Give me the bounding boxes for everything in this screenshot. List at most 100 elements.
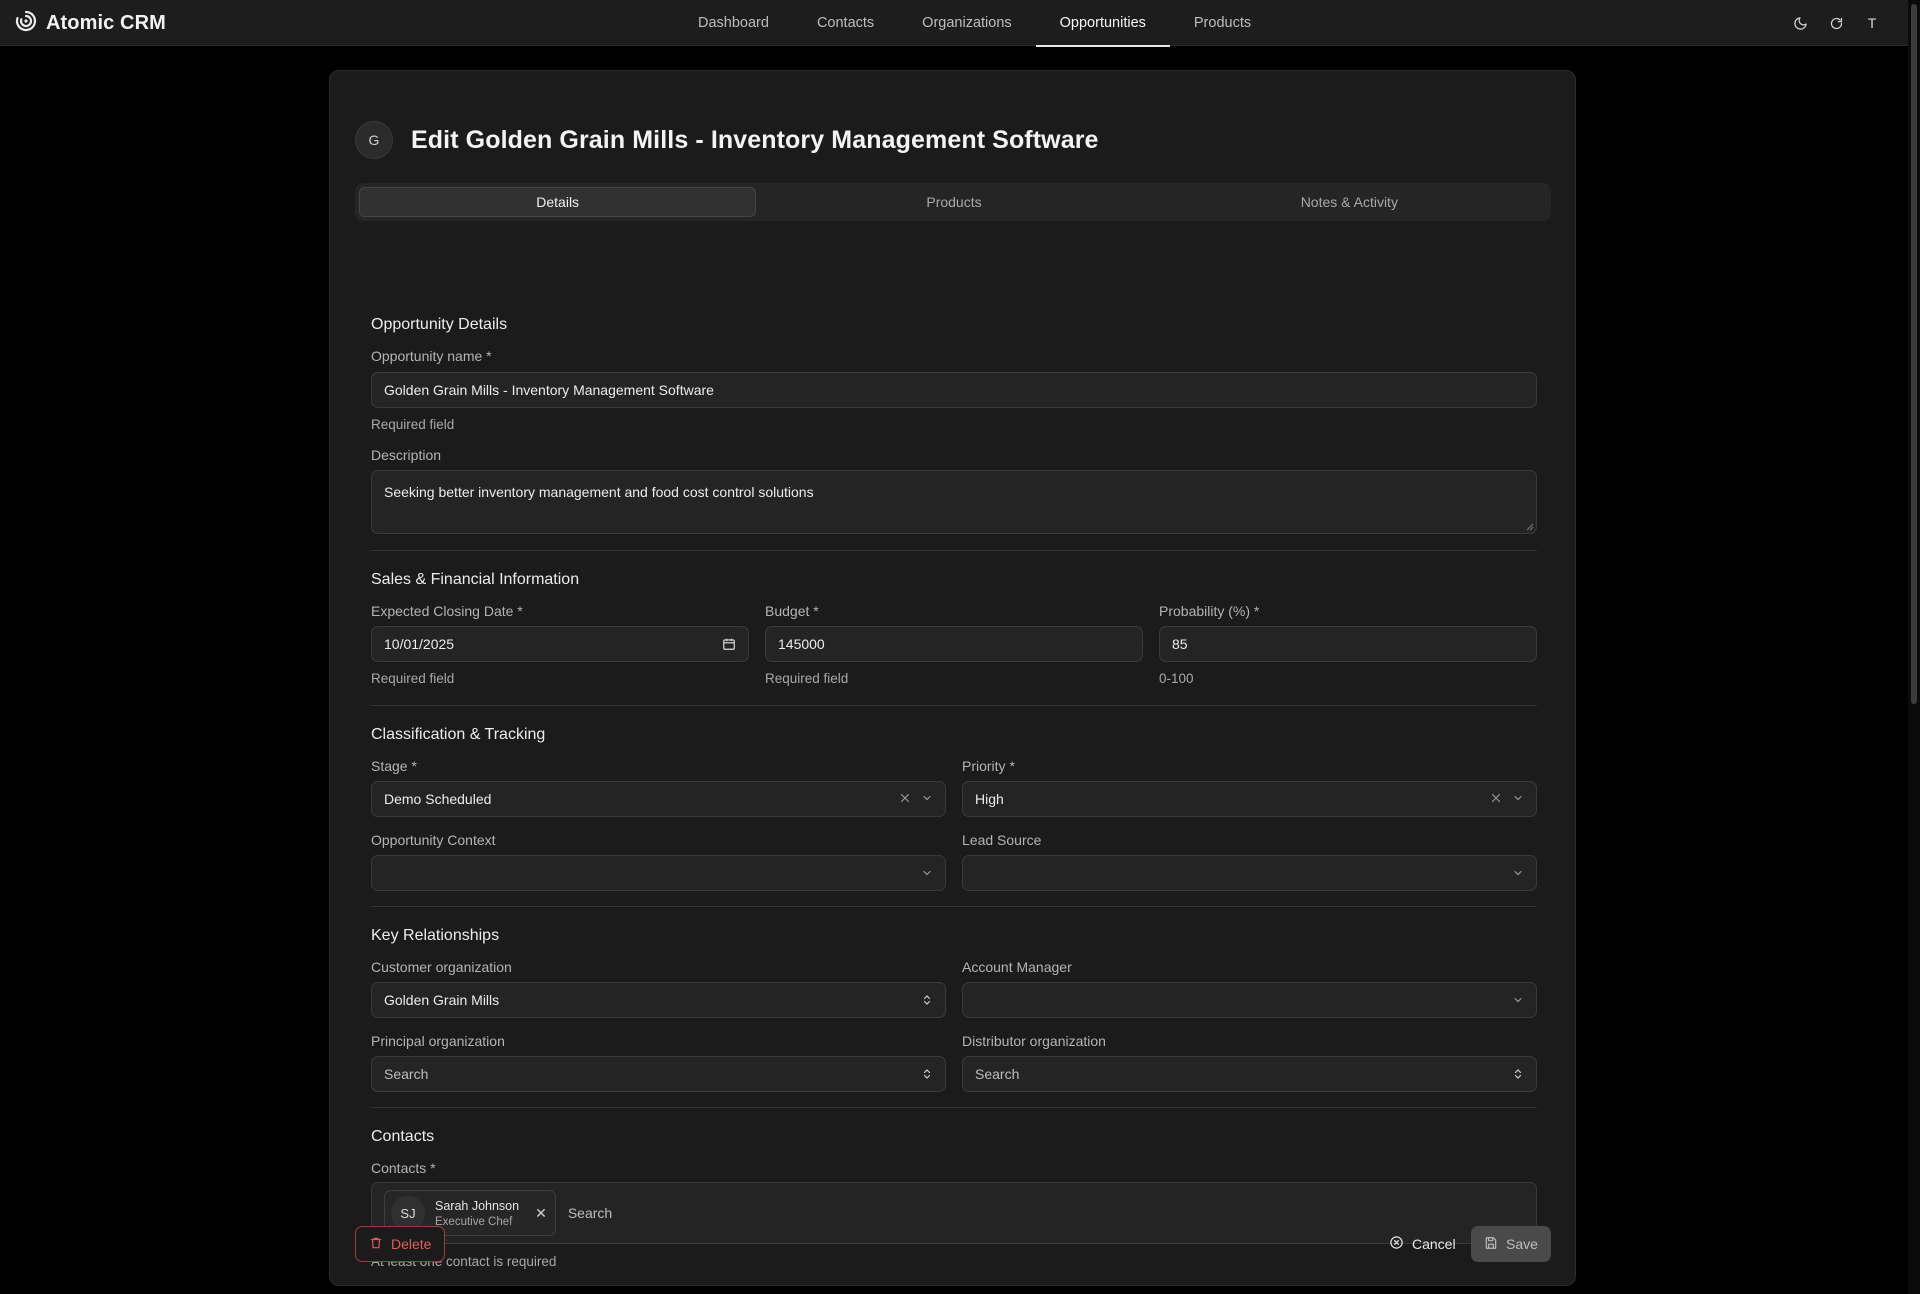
refresh-icon[interactable] xyxy=(1828,15,1844,31)
customer-organization-combobox[interactable]: Golden Grain Mills xyxy=(371,982,946,1018)
brand[interactable]: Atomic CRM xyxy=(14,9,166,37)
calendar-icon[interactable] xyxy=(722,637,736,651)
distributor-organization-label: Distributor organization xyxy=(962,1033,1106,1049)
account-manager-label: Account Manager xyxy=(962,959,1072,975)
distributor-organization-placeholder: Search xyxy=(975,1066,1020,1082)
closing-date-hint: Required field xyxy=(371,671,455,686)
probability-label: Probability (%) * xyxy=(1159,603,1260,619)
section-title-relationships: Key Relationships xyxy=(371,927,500,944)
budget-hint: Required field xyxy=(765,671,849,686)
save-label: Save xyxy=(1506,1236,1538,1252)
divider xyxy=(371,906,1537,907)
cancel-button[interactable]: Cancel xyxy=(1383,1226,1462,1262)
section-title-classification: Classification & Tracking xyxy=(371,726,546,743)
resize-handle-icon[interactable] xyxy=(1526,523,1534,531)
scrollbar-thumb[interactable] xyxy=(1911,4,1917,704)
divider xyxy=(371,550,1537,551)
budget-input[interactable]: 145000 xyxy=(765,626,1143,662)
budget-label: Budget * xyxy=(765,603,819,619)
page-header: G Edit Golden Grain Mills - Inventory Ma… xyxy=(355,121,1099,159)
divider xyxy=(371,705,1537,706)
save-floppy-icon xyxy=(1484,1236,1498,1253)
contact-name: Sarah Johnson xyxy=(435,1198,520,1213)
account-manager-select[interactable] xyxy=(962,982,1537,1018)
trash-icon xyxy=(369,1236,383,1253)
stage-label: Stage * xyxy=(371,758,417,774)
principal-organization-placeholder: Search xyxy=(384,1066,429,1082)
form-footer: Delete Cancel Save xyxy=(355,1226,1551,1262)
cancel-circle-x-icon xyxy=(1389,1235,1404,1253)
priority-label: Priority * xyxy=(962,758,1015,774)
stage-select[interactable]: Demo Scheduled xyxy=(371,781,946,817)
stage-value: Demo Scheduled xyxy=(384,791,492,807)
chevron-down-icon[interactable] xyxy=(1512,994,1524,1006)
edit-opportunity-card: G Edit Golden Grain Mills - Inventory Ma… xyxy=(329,70,1576,1286)
opportunity-name-label: Opportunity name * xyxy=(371,348,492,364)
opportunity-name-input[interactable]: Golden Grain Mills - Inventory Managemen… xyxy=(371,372,1537,408)
chevron-down-icon[interactable] xyxy=(1512,791,1524,807)
chevrons-up-down-icon[interactable] xyxy=(921,993,933,1007)
lead-source-select[interactable] xyxy=(962,855,1537,891)
remove-contact-close-icon[interactable]: ✕ xyxy=(535,1205,547,1222)
tab-notes-activity[interactable]: Notes & Activity xyxy=(1152,187,1547,217)
brand-name: Atomic CRM xyxy=(46,11,166,34)
distributor-organization-combobox[interactable]: Search xyxy=(962,1056,1537,1092)
contact-avatar: SJ xyxy=(391,1196,425,1230)
description-label: Description xyxy=(371,447,442,463)
clear-icon[interactable] xyxy=(899,791,911,807)
chevrons-up-down-icon[interactable] xyxy=(921,1067,933,1081)
clear-icon[interactable] xyxy=(1490,791,1502,807)
page-title: Edit Golden Grain Mills - Inventory Mana… xyxy=(411,125,1099,154)
nav-opportunities[interactable]: Opportunities xyxy=(1035,0,1171,47)
top-actions: T xyxy=(1792,0,1880,46)
principal-organization-combobox[interactable]: Search xyxy=(371,1056,946,1092)
description-textarea[interactable]: Seeking better inventory management and … xyxy=(371,470,1537,534)
delete-button[interactable]: Delete xyxy=(355,1226,446,1262)
contacts-label: Contacts * xyxy=(371,1160,436,1176)
section-title-contacts: Contacts xyxy=(371,1128,435,1145)
delete-label: Delete xyxy=(391,1236,432,1252)
chevron-down-icon[interactable] xyxy=(1512,867,1524,879)
chevron-down-icon[interactable] xyxy=(921,791,933,807)
nav-dashboard[interactable]: Dashboard xyxy=(674,0,793,46)
opportunity-avatar: G xyxy=(355,121,393,159)
description-value: Seeking better inventory management and … xyxy=(384,484,814,500)
chevron-down-icon[interactable] xyxy=(921,867,933,879)
closing-date-value: 10/01/2025 xyxy=(384,636,455,652)
nav-contacts[interactable]: Contacts xyxy=(793,0,898,46)
logo-icon xyxy=(14,9,38,38)
cancel-label: Cancel xyxy=(1412,1236,1456,1252)
priority-select[interactable]: High xyxy=(962,781,1537,817)
divider xyxy=(371,1107,1537,1108)
tab-products[interactable]: Products xyxy=(756,187,1151,217)
opportunity-name-value: Golden Grain Mills - Inventory Managemen… xyxy=(384,382,714,398)
probability-input[interactable]: 85 xyxy=(1159,626,1537,662)
lead-source-label: Lead Source xyxy=(962,832,1042,848)
tab-details[interactable]: Details xyxy=(359,187,757,217)
nav-organizations[interactable]: Organizations xyxy=(898,0,1035,46)
chevrons-up-down-icon[interactable] xyxy=(1512,1067,1524,1081)
theme-toggle-moon-icon[interactable] xyxy=(1792,15,1808,31)
priority-value: High xyxy=(975,791,1004,807)
nav-products[interactable]: Products xyxy=(1170,0,1275,46)
opportunity-context-select[interactable] xyxy=(371,855,946,891)
closing-date-label: Expected Closing Date * xyxy=(371,603,523,619)
principal-organization-label: Principal organization xyxy=(371,1033,505,1049)
budget-value: 145000 xyxy=(778,636,825,652)
customer-organization-value: Golden Grain Mills xyxy=(384,992,500,1008)
top-navbar: Atomic CRM Dashboard Contacts Organizati… xyxy=(0,0,1920,47)
main-nav: Dashboard Contacts Organizations Opportu… xyxy=(674,0,1275,47)
save-button[interactable]: Save xyxy=(1471,1226,1551,1262)
tab-bar: Details Products Notes & Activity xyxy=(355,183,1551,221)
section-title-details: Opportunity Details xyxy=(371,316,508,333)
opportunity-context-label: Opportunity Context xyxy=(371,832,496,848)
user-menu[interactable]: T xyxy=(1864,15,1880,31)
closing-date-input[interactable]: 10/01/2025 xyxy=(371,626,749,662)
probability-value: 85 xyxy=(1172,636,1188,652)
probability-hint: 0-100 xyxy=(1159,671,1194,686)
section-title-sales: Sales & Financial Information xyxy=(371,571,580,588)
contacts-search-placeholder[interactable]: Search xyxy=(568,1205,612,1221)
page-scrollbar[interactable] xyxy=(1908,0,1920,1294)
opportunity-name-hint: Required field xyxy=(371,417,455,432)
customer-organization-label: Customer organization xyxy=(371,959,512,975)
